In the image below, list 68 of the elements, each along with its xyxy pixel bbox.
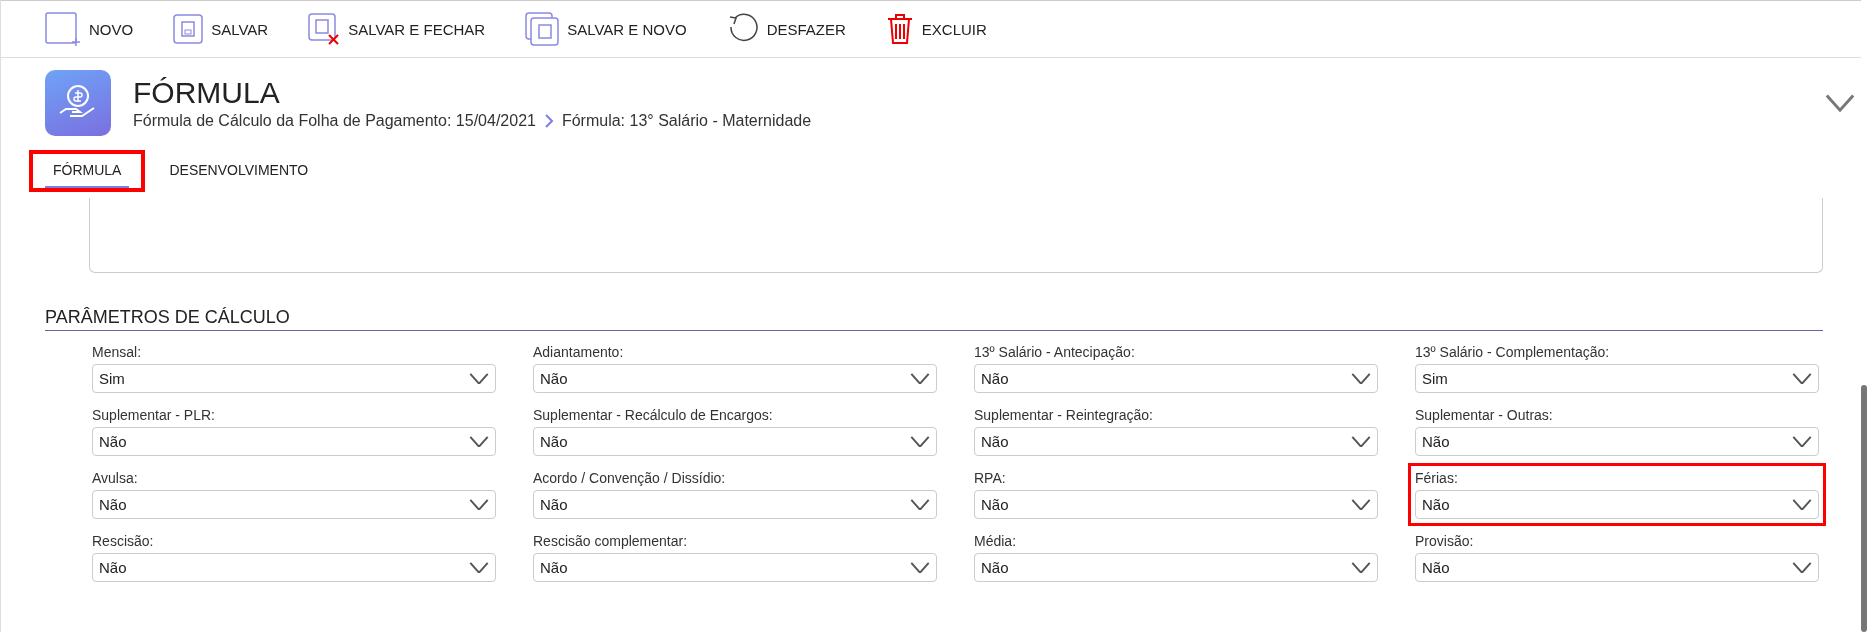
toolbar-button[interactable]: EXCLUIR bbox=[885, 13, 987, 45]
trash-icon bbox=[885, 13, 914, 45]
chevron-right-icon bbox=[543, 114, 554, 128]
section-heading: PARÂMETROS DE CÁLCULO bbox=[45, 307, 1823, 331]
dropdown-chevron-icon bbox=[910, 561, 930, 574]
field-label: Média: bbox=[974, 533, 1018, 549]
scrollbar[interactable] bbox=[1861, 385, 1867, 632]
dropdown-chevron-icon bbox=[469, 435, 489, 448]
select-field[interactable]: Não bbox=[974, 553, 1378, 582]
select-field[interactable]: Sim bbox=[1415, 364, 1819, 393]
select-field[interactable]: Não bbox=[974, 427, 1378, 456]
dropdown-chevron-icon bbox=[1351, 498, 1371, 511]
dropdown-chevron-icon bbox=[469, 372, 489, 385]
field-label: Acordo / Convenção / Dissídio: bbox=[533, 470, 727, 486]
dropdown-chevron-icon bbox=[1351, 435, 1371, 448]
select-field[interactable]: Não bbox=[1415, 427, 1819, 456]
dropdown-chevron-icon bbox=[1792, 435, 1812, 448]
dropdown-chevron-icon bbox=[1792, 498, 1812, 511]
select-field[interactable]: Não bbox=[92, 490, 496, 519]
dropdown-chevron-icon bbox=[469, 498, 489, 511]
select-field[interactable]: Não bbox=[1415, 490, 1819, 519]
select-field[interactable]: Não bbox=[92, 553, 496, 582]
toolbar-button[interactable]: NOVO bbox=[45, 12, 134, 46]
stacked-floppy-disks-icon bbox=[525, 12, 560, 46]
select-field[interactable]: Não bbox=[974, 490, 1378, 519]
dropdown-chevron-icon bbox=[1351, 372, 1371, 385]
field-label: Provisão: bbox=[1415, 533, 1475, 549]
dropdown-chevron-icon bbox=[910, 435, 930, 448]
field-label: Rescisão complementar: bbox=[533, 533, 689, 549]
dropdown-chevron-icon bbox=[469, 561, 489, 574]
field-label: Suplementar - PLR: bbox=[92, 407, 216, 423]
field-label: 13º Salário - Antecipação: bbox=[974, 344, 1136, 360]
field-label: Mensal: bbox=[92, 344, 143, 360]
field-label: Férias: bbox=[1415, 470, 1459, 486]
field-label: 13º Salário - Complementação: bbox=[1415, 344, 1611, 360]
field-label: Rescisão: bbox=[92, 533, 155, 549]
dropdown-chevron-icon bbox=[1351, 561, 1371, 574]
select-field[interactable]: Não bbox=[533, 490, 937, 519]
field-label: Avulsa: bbox=[92, 470, 139, 486]
dropdown-chevron-icon bbox=[910, 372, 930, 385]
toolbar-button[interactable]: DESFAZER bbox=[726, 13, 846, 45]
toolbar-button[interactable]: SALVAR E NOVO bbox=[525, 12, 687, 46]
select-field[interactable]: Não bbox=[974, 364, 1378, 393]
dropdown-chevron-icon bbox=[1792, 372, 1812, 385]
tab[interactable]: FÓRMULA bbox=[29, 150, 146, 192]
select-field[interactable]: Não bbox=[1415, 553, 1819, 582]
field-label: Suplementar - Outras: bbox=[1415, 407, 1554, 423]
toolbar-button[interactable]: SALVAR E FECHAR bbox=[308, 13, 486, 45]
field-label: Suplementar - Reintegração: bbox=[974, 407, 1154, 423]
page-title: FÓRMULA bbox=[133, 76, 281, 110]
select-field[interactable]: Não bbox=[533, 427, 937, 456]
floppy-disk-with-x-icon bbox=[308, 13, 341, 45]
field-label: Suplementar - Recálculo de Encargos: bbox=[533, 407, 774, 423]
select-field[interactable]: Não bbox=[533, 553, 937, 582]
dropdown-chevron-icon bbox=[1792, 561, 1812, 574]
select-field[interactable]: Sim bbox=[92, 364, 496, 393]
tab[interactable]: DESENVOLVIMENTO bbox=[145, 150, 333, 192]
new-document-icon bbox=[45, 12, 81, 46]
dropdown-chevron-icon bbox=[910, 498, 930, 511]
select-field[interactable]: Não bbox=[533, 364, 937, 393]
collapse-chevron-icon bbox=[1825, 94, 1855, 112]
breadcrumb-item[interactable]: Fórmula de Cálculo da Folha de Pagamento: 15/04/2021 bbox=[133, 112, 536, 130]
text-area[interactable] bbox=[89, 198, 1823, 273]
breadcrumb-item: Fórmula: 13° Salário - Maternidade bbox=[561, 112, 812, 130]
field-label: Adiantamento: bbox=[533, 344, 625, 360]
select-field[interactable]: Não bbox=[92, 427, 496, 456]
field-label: RPA: bbox=[974, 470, 1007, 486]
toolbar-button[interactable]: SALVAR bbox=[173, 14, 269, 44]
